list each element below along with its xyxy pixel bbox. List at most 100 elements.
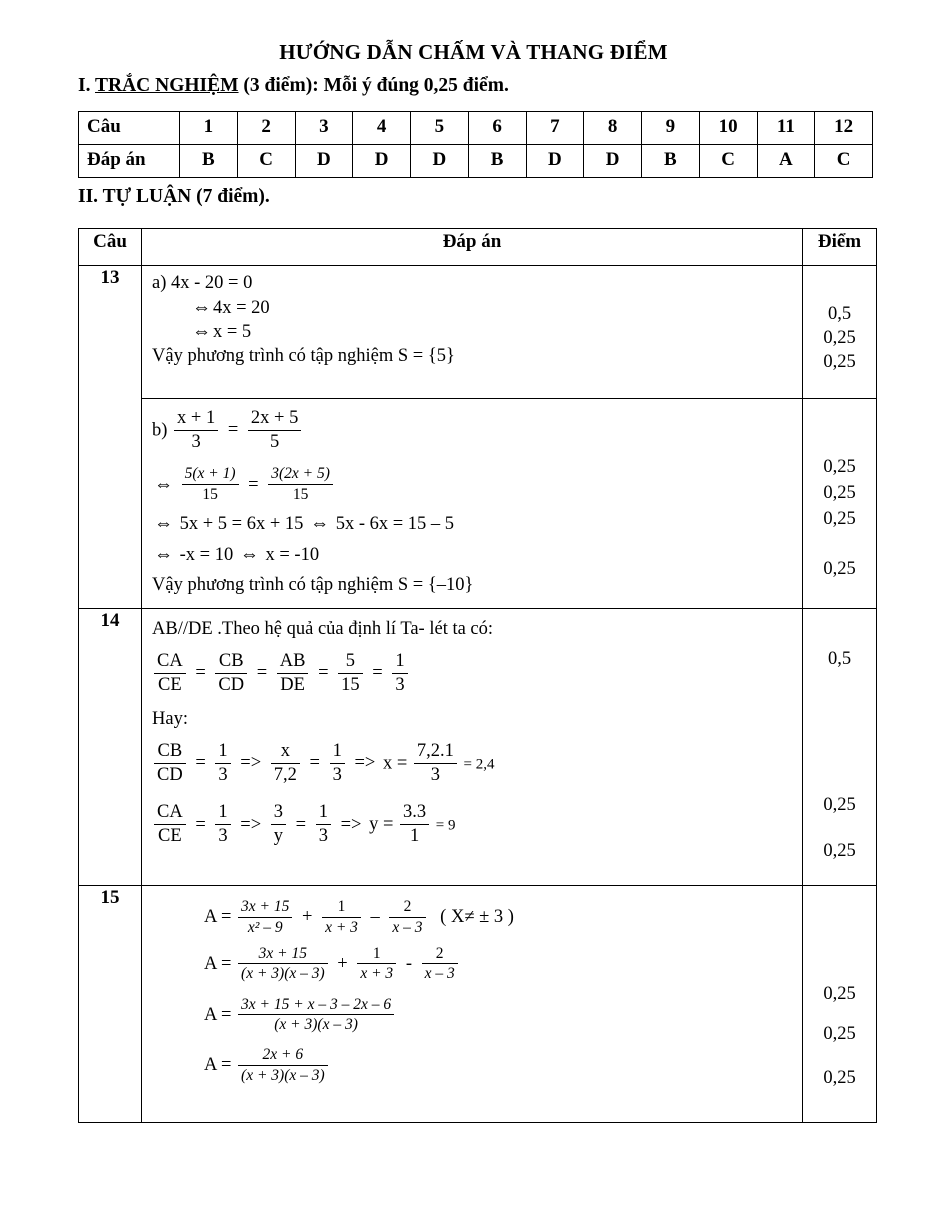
point-value: 0,25 [823,483,856,503]
line-13b-eq3-right: 5x - 6x = 15 – 5 [335,514,455,535]
numerator: 3.3 [400,802,430,826]
header-diem: Điểm [802,228,877,266]
fraction: 2 x – 3 [389,898,426,936]
line-13b-eq3-left: 5x + 5 = 6x + 15 [179,514,304,535]
line-13a-4: Vậy phương trình có tập nghiệm S = {5} [152,346,455,367]
implies-arrow-icon: => [340,814,362,835]
fraction: CB CD [215,651,248,695]
variable-y-label: y = [369,814,394,835]
denominator: 3 [318,826,328,847]
mcq-question-cell: 12 [814,111,873,145]
fraction: CA CE [154,802,186,846]
numerator: 2x + 5 [247,408,302,431]
denominator: (x + 3)(x – 3) [241,1066,325,1084]
domain-condition: ( X≠ ± 3 ) [440,907,514,928]
fraction: 1 3 [215,802,231,846]
section-heading-essay: II. TỰ LUẬN (7 điểm). [0,178,947,208]
fraction: x 7,2 [270,741,300,785]
numerator: 2 [421,945,458,965]
numerator: 3(2x + 5) [268,465,333,485]
essay-answer-table: Câu Đáp án Điểm 13 a) 4x - 20 = 0 ⇔ 4x = … [78,228,877,1124]
question-number-15: 15 [78,885,142,1124]
denominator: 3 [395,674,405,695]
line-15-3: A = 3x + 15 + x – 3 – 2x – 6 (x + 3)(x –… [152,986,796,1037]
answer-15: A = 3x + 15 x² – 9 + 1 x + 3 – 2 x – 3 (… [141,885,803,1124]
numerator: 3x + 15 [238,898,293,918]
section-essay-rest: (7 điểm). [191,186,270,207]
point-value: 0,25 [823,984,856,1005]
header-cau: Câu [78,228,142,266]
point-value: 0,5 [827,304,852,324]
part-b-label: b) [152,420,168,441]
numerator: x [270,741,300,764]
line-15-2: A = 3x + 15 (x + 3)(x – 3) + 1 x + 3 - 2… [152,939,796,986]
equals-sign: = [195,814,206,835]
expression-label-A: A = [204,1004,232,1025]
fraction: CB CD [154,741,186,785]
implies-arrow-icon: => [240,814,262,835]
numerator: CA [154,802,186,826]
fraction: CA CE [154,651,186,695]
chain3-result: = 9 [435,817,456,834]
line-13b-eq4-right: x = -10 [265,544,320,565]
fraction: x + 1 3 [174,408,219,452]
mcq-answer-row: Đáp án B C D D D B D D B C A C [78,144,873,178]
equivalence-icon: ⇔ [154,513,173,535]
table-row: 15 A = 3x + 15 x² – 9 + 1 x + 3 – 2 x – … [78,885,877,1124]
mcq-answer-cell: B [641,144,700,178]
table-row: 13 a) 4x - 20 = 0 ⇔ 4x = 20 ⇔ x = 5 Vậy ph… [78,264,877,610]
points-13b: 0,25 0,25 0,25 0,25 [802,397,877,610]
equivalence-icon: ⇔ [154,473,173,495]
fraction: 1 3 [392,651,408,695]
header-dap-an: Đáp án [141,228,803,266]
mcq-row-label-question: Câu [78,111,180,145]
denominator: 15 [292,485,309,503]
numerator: x + 1 [174,408,219,431]
line-13b-eq4: ⇔ -x = 10 ⇔ x = -10 [152,540,796,571]
line-14-chain2: CB CD = 1 3 => x 7,2 = 1 3 => x = 7,2.1 … [152,735,796,788]
line-13b-eq3: ⇔ 5x + 5 = 6x + 15 ⇔ 5x - 6x = 15 – 5 [152,506,796,540]
numerator: 2x + 6 [238,1046,328,1066]
line-13a-3: ⇔ x = 5 [152,320,796,345]
mcq-answer-cell: C [698,144,758,178]
point-value: 0,25 [823,1068,856,1089]
numerator: 1 [357,945,397,965]
mcq-row-label-answer: Đáp án [78,144,180,178]
page-title: HƯỚNG DẪN CHẤM VÀ THANG ĐIỂM [279,40,668,64]
mcq-question-cell: 7 [525,111,585,145]
line-15-4: A = 2x + 6 (x + 3)(x – 3) [152,1036,796,1087]
numerator: 1 [215,741,231,764]
point-value: 0,25 [823,795,856,816]
denominator: x + 3 [360,965,394,983]
numerator: 1 [329,741,345,764]
answer-13a: a) 4x - 20 = 0 ⇔ 4x = 20 ⇔ x = 5 Vậy phươn… [141,265,803,399]
point-value: 0,25 [823,841,856,862]
equivalence-icon: ⇔ [310,513,330,535]
mcq-answer-cell: C [814,144,873,178]
implies-arrow-icon: => [240,753,262,774]
denominator: DE [280,674,305,695]
point-value: 0,25 [823,328,856,348]
line-14-chain1: CA CE = CB CD = AB DE = 5 15 = 1 3 [152,645,796,698]
denominator: x – 3 [424,965,455,983]
mcq-table-wrapper: Câu 1 2 3 4 5 6 7 8 9 10 11 12 Đáp án B … [0,97,947,178]
numerator: 1 [315,802,331,826]
numerator: 1 [322,898,361,918]
numerator: 3x + 15 [238,945,328,965]
numerator: 5(x + 1) [181,465,239,485]
mcq-question-cell: 6 [467,111,527,145]
fraction: 1 x + 3 [357,945,397,983]
answer-13b: b) x + 1 3 = 2x + 5 5 ⇔ 5(x + 1) 15 = 3(… [141,397,803,610]
mcq-answer-cell: A [756,144,816,178]
fraction: AB DE [276,651,309,695]
line-13a-1: a) 4x - 20 = 0 [152,273,253,293]
mcq-question-cell: 1 [179,111,238,145]
denominator: 3 [218,764,228,785]
mcq-answer-cell: B [467,144,527,178]
denominator: 15 [202,485,218,503]
question-number-13: 13 [78,264,142,610]
denominator: 15 [341,674,360,695]
denominator: 3 [191,431,201,452]
line-14-statement: AB//DE .Theo hệ quả của định lí Ta- lét … [152,619,494,640]
section-essay-prefix: II. [78,186,103,207]
